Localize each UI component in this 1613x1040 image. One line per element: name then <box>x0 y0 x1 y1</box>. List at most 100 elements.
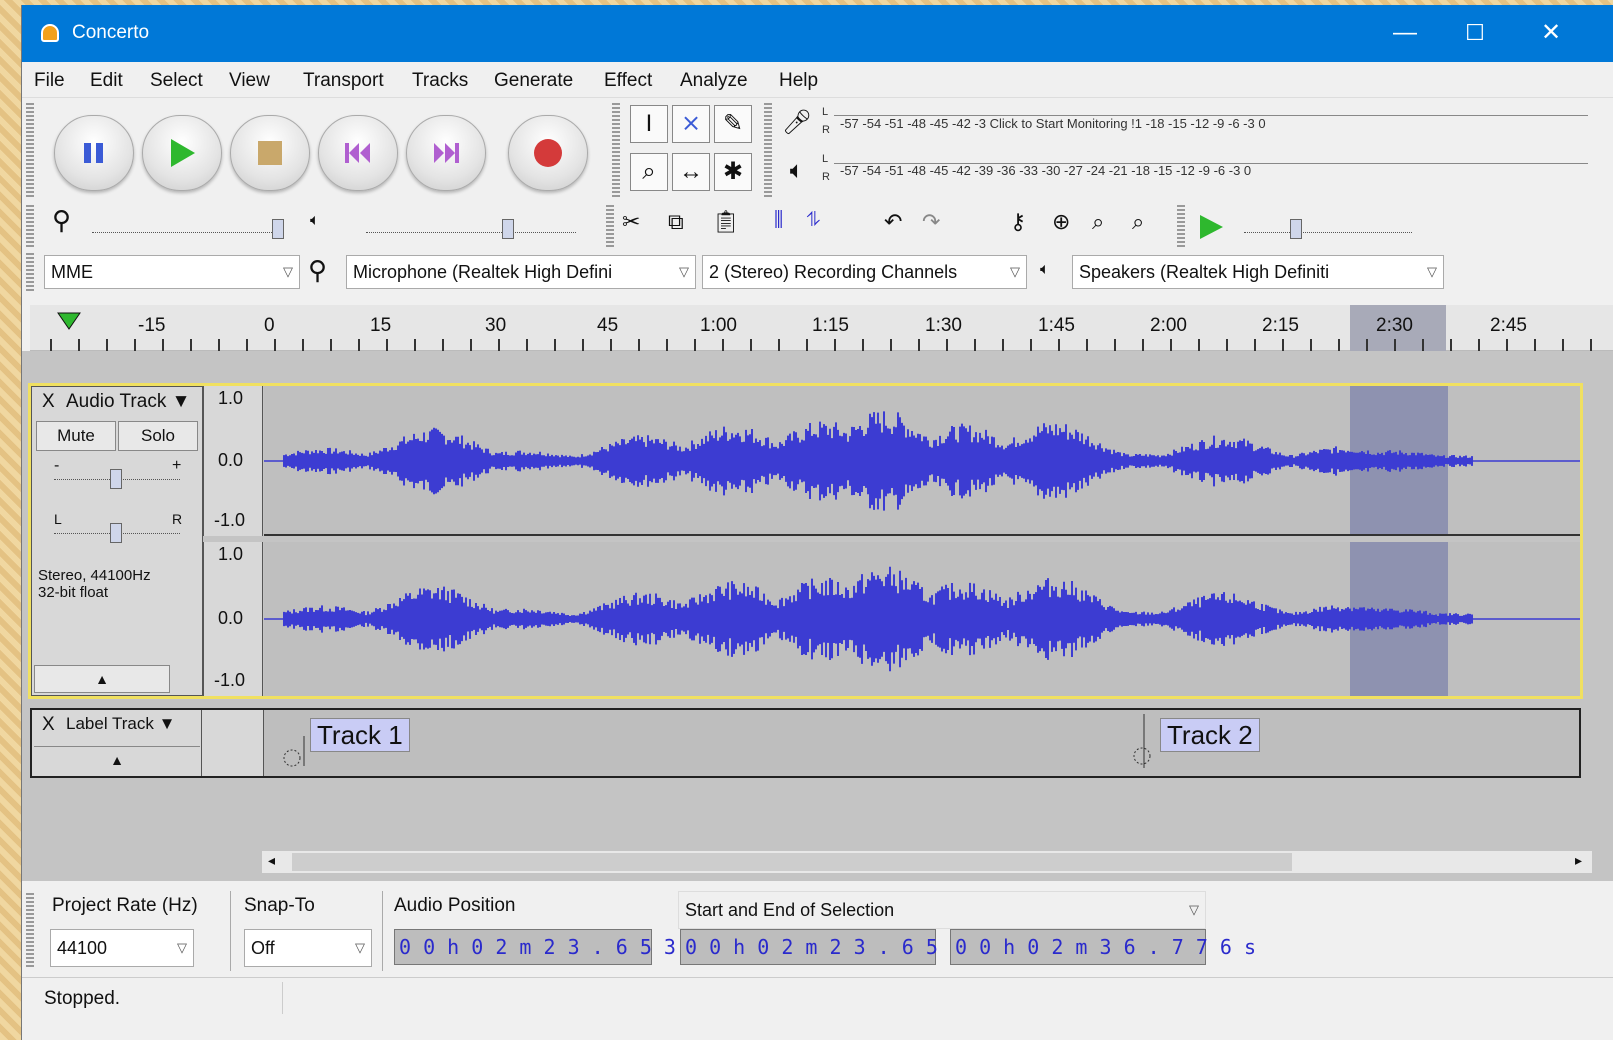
label-anchor-icon[interactable] <box>282 734 306 768</box>
edit-grip[interactable] <box>606 205 614 247</box>
output-device-select[interactable]: Speakers (Realtek High Definiti ▽ <box>1072 255 1444 289</box>
copy-icon[interactable]: ⧉ <box>668 209 684 235</box>
zoom-tool[interactable]: ⌕ <box>630 153 668 191</box>
fit-project-icon[interactable]: ⌕ <box>1132 209 1144 235</box>
menu-file[interactable]: File <box>34 70 65 92</box>
menu-transport[interactable]: Transport <box>303 70 384 92</box>
fit-selection-icon[interactable]: ⌕ <box>1092 209 1104 235</box>
project-rate-select[interactable]: 44100 ▽ <box>50 929 194 967</box>
collapse-track-button[interactable]: ▲ <box>34 665 170 693</box>
menu-bar: File Edit Select View Transport Tracks G… <box>22 62 1613 98</box>
channels-select[interactable]: 2 (Stereo) Recording Channels ▽ <box>702 255 1027 289</box>
waveform-right-channel[interactable] <box>264 542 1580 696</box>
pause-button[interactable] <box>54 115 134 191</box>
sync-lock-icon[interactable]: ⚷ <box>1010 209 1026 235</box>
meter-grip[interactable] <box>764 103 772 199</box>
vertical-scale-right[interactable]: 1.0 0.0 -1.0 <box>203 542 263 696</box>
track-name-menu[interactable]: Audio Track ▼ <box>66 391 190 413</box>
silence-icon[interactable]: ⥮ <box>806 209 821 232</box>
pan-thumb[interactable] <box>110 523 122 543</box>
label-track-name-menu[interactable]: Label Track ▼ <box>66 714 175 734</box>
waveform-left-channel[interactable] <box>264 386 1580 536</box>
selection-toolbar-grip[interactable] <box>26 893 34 969</box>
play-speed-thumb[interactable] <box>1290 219 1302 239</box>
close-button[interactable]: ✕ <box>1528 13 1574 53</box>
draw-tool[interactable]: ✎ <box>714 105 752 143</box>
selection-mode-select[interactable]: Start and End of Selection ▽ <box>678 891 1206 929</box>
audio-host-select[interactable]: MME ▽ <box>44 255 300 289</box>
horizontal-scrollbar[interactable]: ◂ ▸ <box>262 851 1592 873</box>
toolbar-grip[interactable] <box>26 103 34 199</box>
label-track[interactable]: X Label Track ▼ ▲ Track 1 Track 2 <box>30 708 1581 778</box>
gain-thumb[interactable] <box>110 469 122 489</box>
menu-analyze[interactable]: Analyze <box>680 70 748 92</box>
trim-icon[interactable]: ⫼ <box>774 209 783 232</box>
maximize-button[interactable]: ☐ <box>1452 13 1498 53</box>
menu-view[interactable]: View <box>229 70 270 92</box>
cut-icon[interactable]: ✂ <box>622 209 640 235</box>
record-volume-thumb[interactable] <box>272 219 284 239</box>
playback-volume-slider[interactable] <box>366 232 576 233</box>
selection-tool[interactable]: I <box>630 105 668 143</box>
zoom-in-icon[interactable]: ⊕ <box>1052 209 1070 235</box>
play-at-speed-grip[interactable] <box>1177 205 1185 247</box>
paste-icon[interactable]: 📋︎ <box>712 209 740 235</box>
menu-select[interactable]: Select <box>150 70 203 92</box>
label-track-scale <box>202 710 264 776</box>
track-close-button[interactable]: X <box>42 391 55 413</box>
audio-track[interactable]: X Audio Track ▼ Mute Solo - + L R Stereo… <box>28 383 1583 699</box>
label-track-2[interactable]: Track 2 <box>1160 718 1260 752</box>
label-track-1[interactable]: Track 1 <box>310 718 410 752</box>
undo-icon[interactable]: ↶ <box>884 209 902 235</box>
menu-tracks[interactable]: Tracks <box>412 70 468 92</box>
play-at-speed-icon[interactable] <box>1197 213 1225 241</box>
scrollbar-thumb[interactable] <box>292 853 1292 871</box>
scroll-right-icon[interactable]: ▸ <box>1575 852 1582 869</box>
redo-icon[interactable]: ↷ <box>922 209 940 235</box>
selection-end-display[interactable]: 0 0 h 0 2 m 3 6 . 7 7 6 s <box>950 929 1256 965</box>
chevron-down-icon: ▽ <box>283 264 293 279</box>
record-meter-button[interactable]: 🎤︎ <box>778 105 816 143</box>
playback-volume-icon: 🔈︎ <box>310 212 320 229</box>
record-icon <box>534 139 562 167</box>
meter-l-label-play: L <box>822 153 829 165</box>
mixer-grip[interactable] <box>26 205 34 247</box>
tools-grip[interactable] <box>612 103 620 199</box>
solo-button[interactable]: Solo <box>118 421 198 451</box>
envelope-tool[interactable]: ⨯ <box>672 105 710 143</box>
input-device-select[interactable]: Microphone (Realtek High Defini ▽ <box>346 255 696 289</box>
play-meter-scale[interactable]: -57 -54 -51 -48 -45 -42 -39 -36 -33 -30 … <box>840 163 1588 178</box>
minimize-button[interactable]: — <box>1382 13 1428 53</box>
collapse-arrow-icon: ▲ <box>95 671 109 687</box>
timeline-ruler[interactable]: -15 0 15 30 45 1:00 1:15 1:30 1:45 2:00 … <box>30 305 1613 351</box>
time-shift-tool[interactable]: ↔ <box>672 153 710 191</box>
device-grip[interactable] <box>26 253 34 293</box>
multi-tool[interactable]: ✱ <box>714 153 752 191</box>
label-track-close-button[interactable]: X <box>42 714 55 736</box>
mute-button[interactable]: Mute <box>36 421 116 451</box>
selection-start-display[interactable]: 0 0 h 0 2 m 2 3 . 6 5 3 s <box>680 929 986 965</box>
play-button[interactable] <box>142 115 222 191</box>
asterisk-icon: ✱ <box>722 158 744 185</box>
record-meter-scale[interactable]: -57 -54 -51 -48 -45 -42 -3 Click to Star… <box>840 116 1588 131</box>
record-volume-slider[interactable] <box>92 232 282 233</box>
menu-help[interactable]: Help <box>779 70 818 92</box>
menu-generate[interactable]: Generate <box>494 70 573 92</box>
stop-button[interactable] <box>230 115 310 191</box>
label-track-collapse-button[interactable]: ▲ <box>34 746 200 774</box>
microphone-icon: 🎤︎ <box>781 109 813 136</box>
menu-effect[interactable]: Effect <box>604 70 652 92</box>
playback-meter-button[interactable]: 🔈︎ <box>778 153 816 191</box>
menu-edit[interactable]: Edit <box>90 70 123 92</box>
skip-start-button[interactable] <box>318 115 398 191</box>
record-button[interactable] <box>508 115 588 191</box>
vertical-scale-left[interactable]: 1.0 0.0 -1.0 <box>203 386 263 536</box>
play-speed-slider[interactable] <box>1244 232 1412 233</box>
skip-end-button[interactable] <box>406 115 486 191</box>
scroll-left-icon[interactable]: ◂ <box>268 852 275 869</box>
label-anchor-icon[interactable] <box>1132 712 1158 770</box>
playback-volume-thumb[interactable] <box>502 219 514 239</box>
audio-position-display[interactable]: 0 0 h 0 2 m 2 3 . 6 5 3 s <box>394 929 700 965</box>
snap-to-select[interactable]: Off ▽ <box>244 929 372 967</box>
envelope-icon: ⨯ <box>680 110 702 137</box>
